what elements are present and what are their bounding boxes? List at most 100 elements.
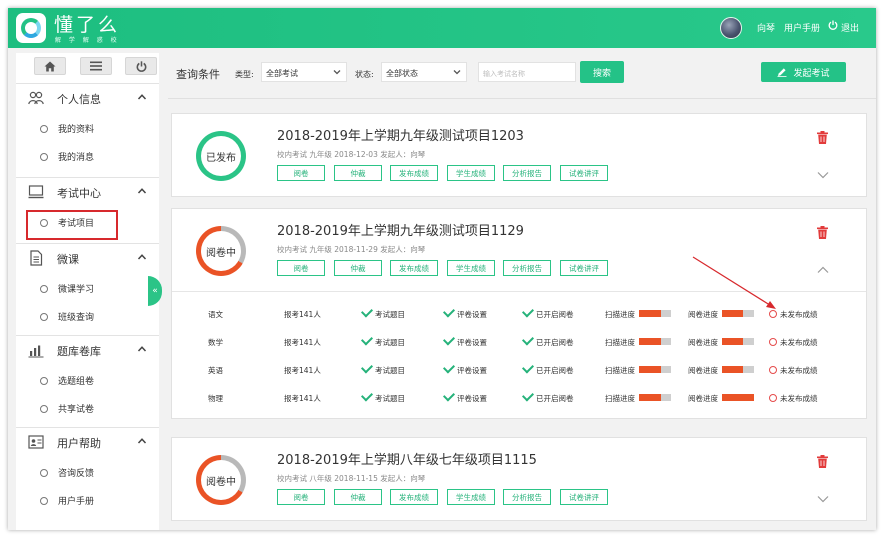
- analysis-report-button[interactable]: 分析报告: [503, 260, 551, 276]
- analysis-report-button[interactable]: 分析报告: [503, 489, 551, 505]
- publish-status-label: 未发布成绩: [780, 338, 818, 347]
- home-button[interactable]: [34, 57, 66, 75]
- power-button[interactable]: [125, 57, 157, 75]
- questions-link[interactable]: 考试题目: [360, 361, 405, 376]
- sidebar-item-microcourse-study[interactable]: 微课学习: [16, 275, 159, 303]
- bullet-icon: [40, 405, 48, 413]
- app-logo[interactable]: [16, 13, 46, 43]
- chart-icon: [28, 345, 44, 358]
- sidebar-item-user-manual[interactable]: 用户手册: [16, 487, 159, 515]
- exam-meta: 校内考试 八年级 2018-11-15 发起人：向琴: [277, 474, 426, 483]
- power-icon[interactable]: [828, 20, 838, 30]
- student-scores-button[interactable]: 学生成绩: [447, 165, 495, 181]
- publish-status-label: 未发布成绩: [780, 310, 818, 319]
- avatar[interactable]: [720, 17, 742, 39]
- chevron-down-icon[interactable]: [817, 171, 829, 179]
- sidebar-item-exam-projects[interactable]: 考试项目: [16, 209, 159, 240]
- questions-link[interactable]: 考试题目: [360, 305, 405, 320]
- trash-icon[interactable]: [817, 455, 828, 468]
- chevron-down-icon: [333, 70, 341, 75]
- review-settings-link[interactable]: 评卷设置: [442, 361, 487, 376]
- questions-link[interactable]: 考试题目: [360, 389, 405, 404]
- grade-button[interactable]: 阅卷: [277, 165, 325, 181]
- grade-progress-bar: [722, 366, 754, 373]
- paper-review-button[interactable]: 试卷讲评: [560, 260, 608, 276]
- grading-status[interactable]: 已开启阅卷: [521, 389, 574, 404]
- subject-detail-table: 语文 报考141人 考试题目 评卷设置 已开启阅卷 扫描进度 阅卷进度 未发布成…: [172, 291, 866, 418]
- arbitrate-button[interactable]: 仲裁: [334, 489, 382, 505]
- sidebar-item-feedback[interactable]: 咨询反馈: [16, 459, 159, 487]
- top-header: 懂了么 解 学 解 惑 校 向琴 用户手册 退出: [8, 8, 876, 48]
- check-icon: [442, 389, 456, 402]
- publish-scores-button[interactable]: 发布成绩: [390, 165, 438, 181]
- status-badge: 阅卷中: [201, 460, 241, 500]
- status-badge: 已发布: [201, 136, 241, 176]
- table-row: 物理 报考141人 考试题目 评卷设置 已开启阅卷 扫描进度 阅卷进度 未发布成…: [172, 388, 866, 408]
- publish-status[interactable]: 未发布成绩: [769, 309, 818, 320]
- publish-status[interactable]: 未发布成绩: [769, 337, 818, 348]
- publish-scores-button[interactable]: 发布成绩: [390, 489, 438, 505]
- check-icon: [442, 361, 456, 374]
- chevron-up-icon[interactable]: [817, 266, 829, 274]
- grade-button[interactable]: 阅卷: [277, 489, 325, 505]
- status-ring: 已发布: [196, 131, 246, 181]
- publish-status[interactable]: 未发布成绩: [769, 365, 818, 376]
- student-scores-button[interactable]: 学生成绩: [447, 489, 495, 505]
- paper-review-button[interactable]: 试卷讲评: [560, 489, 608, 505]
- search-button[interactable]: 搜索: [580, 61, 624, 83]
- grade-progress-fill: [722, 366, 743, 373]
- circle-icon: [769, 394, 777, 402]
- sidebar-item-my-profile[interactable]: 我的资料: [16, 115, 159, 143]
- query-bar: 查询条件 类型: 全部考试 状态: 全部状态 输入考试名称 搜索 发起考试: [168, 53, 876, 99]
- questions-link[interactable]: 考试题目: [360, 333, 405, 348]
- exam-name-input[interactable]: 输入考试名称: [478, 62, 576, 82]
- table-row: 数学 报考141人 考试题目 评卷设置 已开启阅卷 扫描进度 阅卷进度 未发布成…: [172, 332, 866, 352]
- grading-status[interactable]: 已开启阅卷: [521, 305, 574, 320]
- list-button[interactable]: [80, 57, 112, 75]
- review-settings-link[interactable]: 评卷设置: [442, 333, 487, 348]
- status-ring: 阅卷中: [196, 226, 246, 276]
- chevron-down-icon[interactable]: [817, 495, 829, 503]
- status-select[interactable]: 全部状态: [381, 62, 467, 82]
- exam-title[interactable]: 2018-2019年上学期九年级测试项目1129: [277, 220, 524, 239]
- check-icon: [442, 333, 456, 346]
- grade-progress-label: 阅卷进度: [688, 310, 718, 319]
- sidebar-item-label: 用户手册: [58, 497, 95, 507]
- analysis-report-button[interactable]: 分析报告: [503, 165, 551, 181]
- sidebar-toolbar: [16, 53, 159, 83]
- sidebar-item-class-query[interactable]: 班级查询: [16, 303, 159, 331]
- sidebar-item-label: 共享试卷: [58, 405, 95, 415]
- sidebar-group-user-help[interactable]: 用户帮助: [16, 427, 159, 455]
- trash-icon[interactable]: [817, 226, 828, 239]
- grading-status[interactable]: 已开启阅卷: [521, 361, 574, 376]
- launch-exam-button[interactable]: 发起考试: [761, 62, 846, 82]
- student-scores-button[interactable]: 学生成绩: [447, 260, 495, 276]
- publish-status[interactable]: 未发布成绩: [769, 393, 818, 404]
- type-select[interactable]: 全部考试: [261, 62, 347, 82]
- arbitrate-button[interactable]: 仲裁: [334, 260, 382, 276]
- arbitrate-button[interactable]: 仲裁: [334, 165, 382, 181]
- review-settings-link[interactable]: 评卷设置: [442, 389, 487, 404]
- grading-label: 已开启阅卷: [536, 394, 574, 403]
- publish-scores-button[interactable]: 发布成绩: [390, 260, 438, 276]
- manual-link[interactable]: 用户手册: [784, 21, 820, 34]
- sidebar-group-microcourse[interactable]: 微课: [16, 243, 159, 271]
- exam-title[interactable]: 2018-2019年上学期九年级测试项目1203: [277, 125, 524, 144]
- sidebar-item-compose-paper[interactable]: 选题组卷: [16, 367, 159, 395]
- exam-title[interactable]: 2018-2019年上学期八年级七年级项目1115: [277, 449, 537, 468]
- contact-card-icon: [28, 435, 44, 449]
- sidebar-group-exam-center[interactable]: 考试中心: [16, 177, 159, 205]
- sidebar-group-profile[interactable]: 个人信息: [16, 83, 159, 111]
- paper-review-button[interactable]: 试卷讲评: [560, 165, 608, 181]
- trash-icon[interactable]: [817, 131, 828, 144]
- sidebar-item-my-messages[interactable]: 我的消息: [16, 143, 159, 171]
- review-settings-link[interactable]: 评卷设置: [442, 305, 487, 320]
- sidebar-collapse-toggle[interactable]: «: [148, 276, 162, 306]
- user-name[interactable]: 向琴: [757, 21, 775, 34]
- sidebar-item-shared-papers[interactable]: 共享试卷: [16, 395, 159, 423]
- sidebar-group-question-bank[interactable]: 题库卷库: [16, 335, 159, 363]
- registered-count: 报考141人: [284, 338, 321, 347]
- grade-button[interactable]: 阅卷: [277, 260, 325, 276]
- logout-link[interactable]: 退出: [841, 21, 859, 34]
- grading-status[interactable]: 已开启阅卷: [521, 333, 574, 348]
